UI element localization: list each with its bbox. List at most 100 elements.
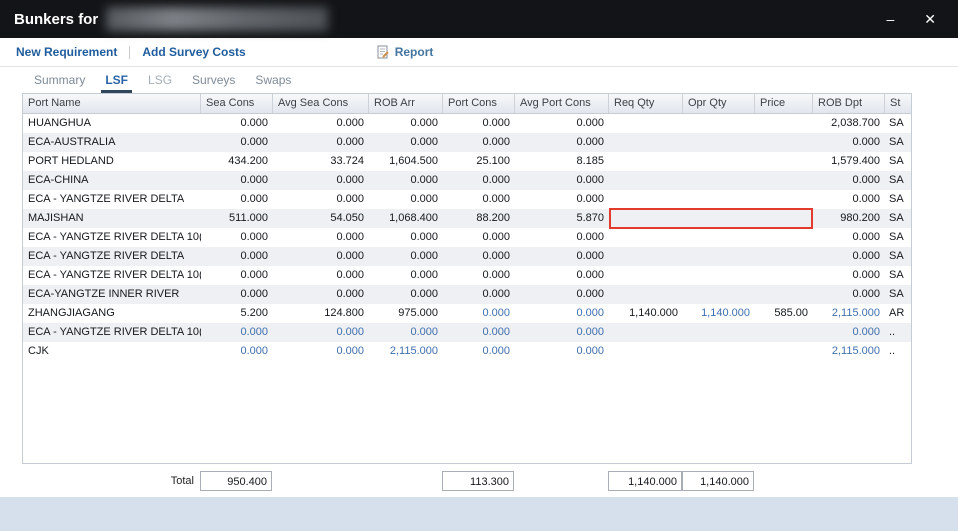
value-cell[interactable]: 0.000 bbox=[443, 342, 515, 361]
minimize-button[interactable]: – bbox=[886, 12, 894, 26]
table-row[interactable]: ECA-AUSTRALIA0.0000.0000.0000.0000.0000.… bbox=[23, 133, 911, 152]
value-cell[interactable]: 0.000 bbox=[369, 228, 443, 247]
value-cell[interactable]: 0.000 bbox=[369, 190, 443, 209]
value-cell[interactable]: 2,038.700 bbox=[813, 114, 885, 133]
value-cell[interactable]: 1,068.400 bbox=[369, 209, 443, 228]
value-cell[interactable]: 0.000 bbox=[369, 266, 443, 285]
column-header-rob-dpt[interactable]: ROB Dpt bbox=[813, 94, 885, 113]
value-cell[interactable]: 1,140.000 bbox=[609, 304, 683, 323]
value-cell[interactable]: 0.000 bbox=[813, 190, 885, 209]
port-name-cell[interactable]: ECA - YANGTZE RIVER DELTA 10( bbox=[23, 323, 201, 342]
port-name-cell[interactable]: ECA-YANGTZE INNER RIVER bbox=[23, 285, 201, 304]
value-cell[interactable] bbox=[755, 247, 813, 266]
tab-summary[interactable]: Summary bbox=[24, 69, 95, 93]
value-cell[interactable] bbox=[683, 133, 755, 152]
value-cell[interactable]: 0.000 bbox=[443, 114, 515, 133]
value-cell[interactable]: 0.000 bbox=[515, 266, 609, 285]
value-cell[interactable]: 0.000 bbox=[443, 285, 515, 304]
value-cell[interactable] bbox=[755, 171, 813, 190]
port-name-cell[interactable]: ZHANGJIAGANG bbox=[23, 304, 201, 323]
tab-lsf[interactable]: LSF bbox=[95, 69, 138, 93]
value-cell[interactable]: 5.200 bbox=[201, 304, 273, 323]
value-cell[interactable] bbox=[683, 209, 755, 228]
value-cell[interactable] bbox=[609, 247, 683, 266]
value-cell[interactable]: 0.000 bbox=[273, 266, 369, 285]
value-cell[interactable]: 0.000 bbox=[273, 114, 369, 133]
value-cell[interactable]: 0.000 bbox=[813, 285, 885, 304]
status-cell[interactable]: SA bbox=[885, 285, 911, 304]
value-cell[interactable]: 54.050 bbox=[273, 209, 369, 228]
column-header-req-qty[interactable]: Req Qty bbox=[609, 94, 683, 113]
value-cell[interactable]: 2,115.000 bbox=[369, 342, 443, 361]
value-cell[interactable] bbox=[609, 266, 683, 285]
port-name-cell[interactable]: MAJISHAN bbox=[23, 209, 201, 228]
table-row[interactable]: ECA - YANGTZE RIVER DELTA 10(0.0000.0000… bbox=[23, 228, 911, 247]
status-cell[interactable]: SA bbox=[885, 190, 911, 209]
value-cell[interactable] bbox=[755, 133, 813, 152]
value-cell[interactable] bbox=[683, 247, 755, 266]
value-cell[interactable]: 0.000 bbox=[515, 342, 609, 361]
table-row[interactable]: HUANGHUA0.0000.0000.0000.0000.0002,038.7… bbox=[23, 114, 911, 133]
value-cell[interactable]: 1,140.000 bbox=[683, 304, 755, 323]
value-cell[interactable] bbox=[755, 228, 813, 247]
value-cell[interactable] bbox=[683, 114, 755, 133]
value-cell[interactable]: 0.000 bbox=[201, 228, 273, 247]
value-cell[interactable]: 0.000 bbox=[369, 171, 443, 190]
value-cell[interactable] bbox=[683, 266, 755, 285]
value-cell[interactable]: 0.000 bbox=[201, 323, 273, 342]
status-cell[interactable]: AR bbox=[885, 304, 911, 323]
port-name-cell[interactable]: ECA - YANGTZE RIVER DELTA 10( bbox=[23, 266, 201, 285]
tab-lsg[interactable]: LSG bbox=[138, 69, 182, 93]
value-cell[interactable]: 88.200 bbox=[443, 209, 515, 228]
port-name-cell[interactable]: ECA-AUSTRALIA bbox=[23, 133, 201, 152]
status-cell[interactable]: SA bbox=[885, 266, 911, 285]
value-cell[interactable]: 0.000 bbox=[515, 323, 609, 342]
status-cell[interactable]: .. bbox=[885, 342, 911, 361]
value-cell[interactable]: 980.200 bbox=[813, 209, 885, 228]
value-cell[interactable] bbox=[755, 323, 813, 342]
value-cell[interactable]: 5.870 bbox=[515, 209, 609, 228]
value-cell[interactable] bbox=[683, 228, 755, 247]
value-cell[interactable] bbox=[609, 152, 683, 171]
add-survey-costs-button[interactable]: Add Survey Costs bbox=[142, 45, 245, 59]
value-cell[interactable]: 0.000 bbox=[443, 190, 515, 209]
value-cell[interactable]: 0.000 bbox=[201, 285, 273, 304]
value-cell[interactable]: 2,115.000 bbox=[813, 304, 885, 323]
value-cell[interactable] bbox=[609, 228, 683, 247]
value-cell[interactable]: 0.000 bbox=[443, 133, 515, 152]
value-cell[interactable]: 0.000 bbox=[369, 247, 443, 266]
status-cell[interactable]: SA bbox=[885, 247, 911, 266]
value-cell[interactable]: 975.000 bbox=[369, 304, 443, 323]
column-header-opr-qty[interactable]: Opr Qty bbox=[683, 94, 755, 113]
table-row[interactable]: ECA - YANGTZE RIVER DELTA 10(0.0000.0000… bbox=[23, 266, 911, 285]
column-header-st[interactable]: St bbox=[885, 94, 911, 113]
value-cell[interactable] bbox=[683, 285, 755, 304]
value-cell[interactable]: 0.000 bbox=[201, 114, 273, 133]
status-cell[interactable]: SA bbox=[885, 133, 911, 152]
value-cell[interactable]: 0.000 bbox=[443, 323, 515, 342]
value-cell[interactable]: 0.000 bbox=[201, 342, 273, 361]
status-cell[interactable]: SA bbox=[885, 171, 911, 190]
value-cell[interactable]: 0.000 bbox=[515, 190, 609, 209]
value-cell[interactable]: 0.000 bbox=[515, 133, 609, 152]
tab-surveys[interactable]: Surveys bbox=[182, 69, 245, 93]
value-cell[interactable] bbox=[683, 152, 755, 171]
status-cell[interactable]: SA bbox=[885, 114, 911, 133]
value-cell[interactable]: 0.000 bbox=[813, 323, 885, 342]
value-cell[interactable] bbox=[755, 285, 813, 304]
value-cell[interactable]: 0.000 bbox=[515, 247, 609, 266]
value-cell[interactable]: 0.000 bbox=[515, 171, 609, 190]
value-cell[interactable]: 0.000 bbox=[273, 190, 369, 209]
value-cell[interactable]: 0.000 bbox=[273, 342, 369, 361]
value-cell[interactable]: 0.000 bbox=[813, 133, 885, 152]
column-header-price[interactable]: Price bbox=[755, 94, 813, 113]
table-row[interactable]: PORT HEDLAND434.20033.7241,604.50025.100… bbox=[23, 152, 911, 171]
table-row[interactable]: ECA - YANGTZE RIVER DELTA0.0000.0000.000… bbox=[23, 190, 911, 209]
port-name-cell[interactable]: ECA-CHINA bbox=[23, 171, 201, 190]
value-cell[interactable]: 585.00 bbox=[755, 304, 813, 323]
port-name-cell[interactable]: ECA - YANGTZE RIVER DELTA bbox=[23, 190, 201, 209]
column-header-avg-port-cons[interactable]: Avg Port Cons bbox=[515, 94, 609, 113]
value-cell[interactable]: 0.000 bbox=[201, 266, 273, 285]
status-cell[interactable]: SA bbox=[885, 228, 911, 247]
value-cell[interactable] bbox=[609, 285, 683, 304]
